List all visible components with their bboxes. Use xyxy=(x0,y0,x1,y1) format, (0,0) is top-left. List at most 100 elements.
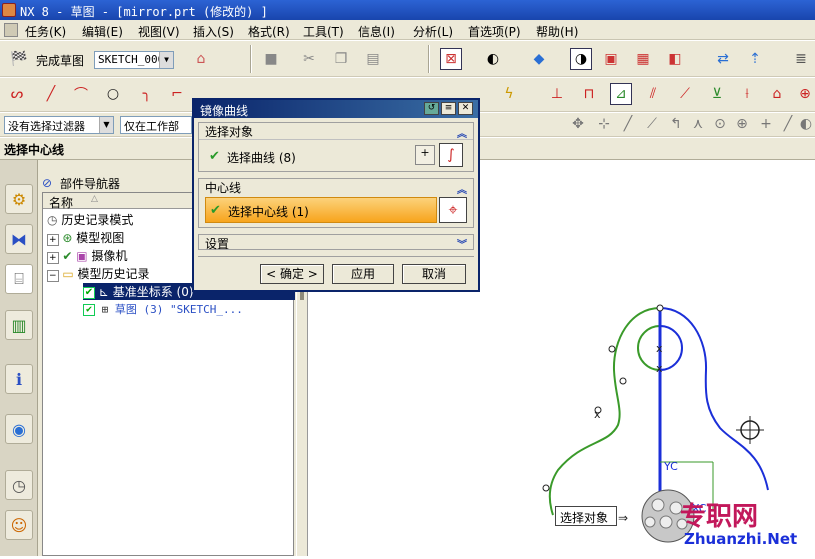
expand-chevron-icon[interactable]: ︾ xyxy=(457,236,467,251)
snap-existing-icon[interactable]: + xyxy=(756,114,776,134)
menu-format[interactable]: 格式(R) xyxy=(248,23,290,40)
history-icon[interactable]: ◷ xyxy=(5,470,33,500)
copy-icon[interactable]: ❐ xyxy=(330,48,352,70)
render-style-icon[interactable]: ◐ xyxy=(482,48,504,70)
collapse-chevron-icon[interactable]: ︽ xyxy=(457,181,467,196)
dimension-icon[interactable]: ⊓ xyxy=(578,83,600,105)
arc-icon[interactable]: ⌒ xyxy=(70,83,92,105)
layer-icon[interactable]: ≣ xyxy=(790,48,812,70)
orient-view-icon[interactable]: ⌂ xyxy=(190,48,212,70)
snap-intersect-icon[interactable]: ⋏ xyxy=(688,114,708,134)
web-browser-icon[interactable]: ◉ xyxy=(5,414,33,444)
menu-analysis[interactable]: 分析(L) xyxy=(413,23,453,40)
close-icon[interactable]: ✕ xyxy=(458,102,473,115)
selection-filter-combo[interactable]: 没有选择过滤器 ▼ xyxy=(4,116,114,134)
app-menu-icon[interactable] xyxy=(4,23,18,37)
menu-insert[interactable]: 插入(S) xyxy=(193,23,234,40)
menu-tools[interactable]: 工具(T) xyxy=(303,23,344,40)
snap-end-icon[interactable]: ⊹ xyxy=(594,114,614,134)
chamfer-icon[interactable]: ⌐ xyxy=(166,83,188,105)
scope-combo[interactable]: 仅在工作部件 xyxy=(120,116,192,134)
snap-line-icon[interactable]: ╱ xyxy=(618,114,638,134)
profile-icon[interactable]: ᔕ xyxy=(6,83,28,105)
quick-trim-icon[interactable]: ϟ xyxy=(498,83,520,105)
constraint-icon[interactable]: ⊥ xyxy=(546,83,568,105)
associative-icon[interactable]: ⌂ xyxy=(766,83,788,105)
prompt-text: 选择中心线 xyxy=(4,143,65,157)
snap-mid-icon[interactable]: ⟋ xyxy=(642,114,662,134)
save-icon[interactable]: ■ xyxy=(260,48,282,70)
settings-group[interactable]: 设置 ︾ xyxy=(198,234,474,251)
auto-constrain-icon[interactable]: ⊻ xyxy=(706,83,728,105)
curve-select-icon[interactable]: ∫ xyxy=(439,143,463,167)
offset-icon[interactable]: ⫽ xyxy=(642,83,664,105)
menu-help[interactable]: 帮助(H) xyxy=(536,23,578,40)
convert-icon[interactable]: ⟊ xyxy=(736,83,758,105)
collapse-chevron-icon[interactable]: ︽ xyxy=(457,125,467,140)
wireframe-cube-icon[interactable]: ▣ xyxy=(600,48,622,70)
select-centerline-label: 选择中心线 (1) xyxy=(228,205,309,219)
tree-item[interactable]: + ✔ ▣ 摄像机 xyxy=(47,247,127,264)
ok-button[interactable]: < 确定 > xyxy=(260,264,324,284)
select-curve-label[interactable]: 选择曲线 (8) xyxy=(227,149,296,166)
tree-item[interactable]: + ⊛ 模型视图 xyxy=(47,229,124,246)
snap-control-icon[interactable]: ↰ xyxy=(666,114,686,134)
collapse-minus-icon[interactable]: − xyxy=(47,270,59,282)
pin-icon[interactable]: ⊘ xyxy=(42,176,52,190)
snap-point-icon[interactable]: ✥ xyxy=(568,114,588,134)
paste-icon[interactable]: ▤ xyxy=(362,48,384,70)
sort-up-icon: △ xyxy=(91,194,98,204)
fillet-icon[interactable]: ╮ xyxy=(136,83,158,105)
section-view-icon[interactable]: ◑ xyxy=(570,48,592,70)
add-curve-icon[interactable]: + xyxy=(415,145,435,165)
assembly-navigator-icon[interactable]: ⚙ xyxy=(5,184,33,214)
tree-item[interactable]: ◷ 历史记录模式 xyxy=(47,211,133,228)
menu-edit[interactable]: 编辑(E) xyxy=(82,23,123,40)
menu-preferences[interactable]: 首选项(P) xyxy=(468,23,521,40)
pattern-icon[interactable]: ⟋ xyxy=(674,83,696,105)
mirror-curve-left[interactable] xyxy=(548,307,661,516)
snap-face-icon[interactable]: ◐ xyxy=(798,114,814,134)
snap-curve-icon[interactable]: ╱ xyxy=(778,114,798,134)
relations-icon[interactable]: ⊕ xyxy=(794,83,815,105)
column-name-header: 名称 xyxy=(49,196,74,210)
part-navigator-icon[interactable]: ⌸ xyxy=(5,264,33,294)
constraint-navigator-icon[interactable]: ⧓ xyxy=(5,224,33,254)
circle-icon[interactable]: ○ xyxy=(102,83,124,105)
move-icon[interactable]: ⇄ xyxy=(712,48,734,70)
tree-item[interactable]: ✔ ⊞ 草图 (3) "SKETCH_... xyxy=(83,301,243,318)
roles-icon[interactable]: ☺ xyxy=(5,510,33,540)
snap-arc-center-icon[interactable]: ⊙ xyxy=(710,114,730,134)
cut-icon[interactable]: ✂ xyxy=(298,48,320,70)
checkbox-checked[interactable]: ✔ xyxy=(83,304,95,316)
shaded-cube-icon[interactable]: ◆ xyxy=(528,48,550,70)
reuse-library-icon[interactable]: ▥ xyxy=(5,310,33,340)
tree-item[interactable]: − ▭ 模型历史记录 xyxy=(47,265,150,282)
checkbox-checked[interactable]: ✔ xyxy=(83,286,95,299)
expand-plus-icon[interactable]: + xyxy=(47,252,59,264)
crosshair-select-icon[interactable]: ⌖ xyxy=(439,197,467,223)
dialog-title-bar[interactable]: 镜像曲线 ↺ ≡ ✕ xyxy=(194,100,478,118)
expand-plus-icon[interactable]: + xyxy=(47,234,59,246)
move-up-icon[interactable]: ⇡ xyxy=(744,48,766,70)
select-centerline-row[interactable]: ✔ 选择中心线 (1) xyxy=(205,197,437,223)
finish-flag-icon[interactable]: 🏁 xyxy=(8,48,30,70)
view-cube-icon[interactable]: ◧ xyxy=(664,48,686,70)
menu-view[interactable]: 视图(V) xyxy=(138,23,180,40)
menu-task[interactable]: 任务(K) xyxy=(25,23,66,40)
snap-quadrant-icon[interactable]: ⊕ xyxy=(732,114,752,134)
watermark: 专职网 Zhuanzhi.Net xyxy=(680,496,815,556)
sketch-name-combo[interactable]: SKETCH_000 ▼ xyxy=(94,51,174,69)
grid-cube-icon[interactable]: ▦ xyxy=(632,48,654,70)
fit-view-icon[interactable]: ⊠ xyxy=(440,48,462,70)
mirror-curve-icon[interactable]: ⊿ xyxy=(610,83,632,105)
menu-icon[interactable]: ≡ xyxy=(441,102,456,115)
circle-right[interactable] xyxy=(659,325,683,371)
cancel-button[interactable]: 取消 xyxy=(402,264,466,284)
line-icon[interactable]: ╱ xyxy=(40,83,62,105)
finish-sketch-label[interactable]: 完成草图 xyxy=(36,52,84,69)
reset-icon[interactable]: ↺ xyxy=(424,102,439,115)
menu-info[interactable]: 信息(I) xyxy=(358,23,395,40)
apply-button[interactable]: 应用 xyxy=(332,264,394,284)
hd3d-icon[interactable]: ℹ xyxy=(5,364,33,394)
